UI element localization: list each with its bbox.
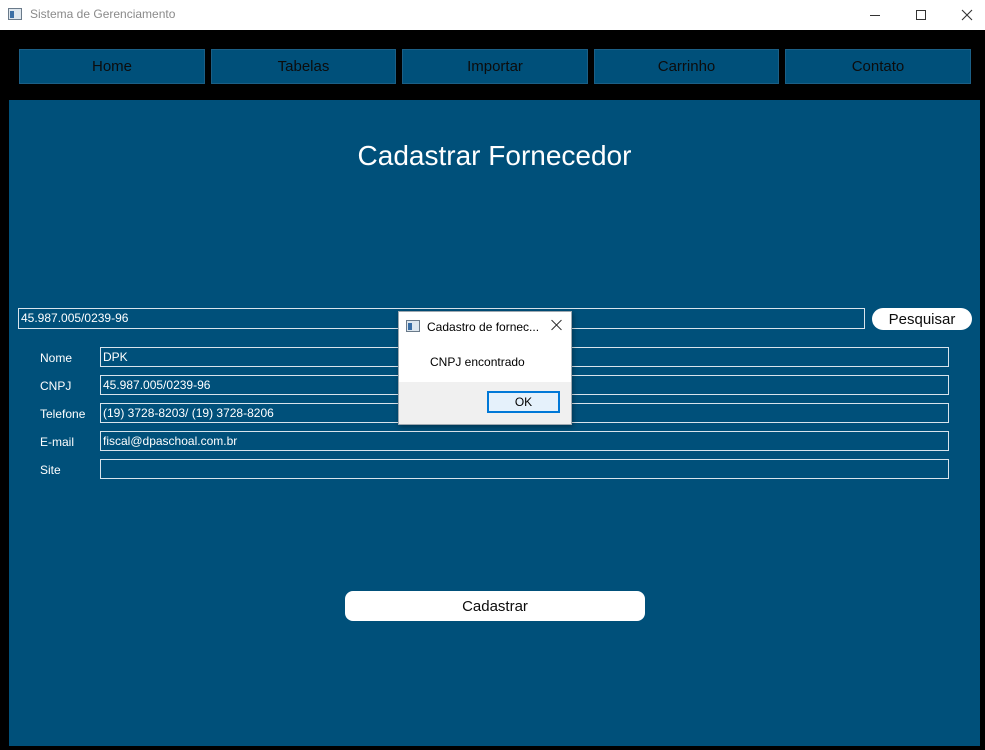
telefone-label: Telefone — [40, 407, 86, 421]
maximize-button[interactable] — [898, 0, 944, 30]
email-input[interactable]: fiscal@dpaschoal.com.br — [100, 431, 949, 451]
dialog-ok-button[interactable]: OK — [487, 391, 560, 413]
nav-tabelas-button[interactable]: Tabelas — [211, 49, 396, 84]
page-title: Cadastrar Fornecedor — [357, 140, 632, 171]
dialog-message: CNPJ encontrado — [430, 355, 525, 369]
message-dialog: Cadastro de fornec... CNPJ encontrado OK — [398, 311, 572, 425]
main-nav: Home Tabelas Importar Carrinho Contato — [0, 30, 985, 100]
dialog-close-icon[interactable] — [549, 317, 565, 333]
nav-contato-button[interactable]: Contato — [785, 49, 971, 84]
dialog-window-icon — [406, 320, 420, 332]
minimize-icon — [870, 14, 880, 16]
maximize-icon — [916, 10, 926, 20]
minimize-button[interactable] — [852, 0, 898, 30]
cnpj-label: CNPJ — [40, 379, 72, 393]
site-label: Site — [40, 463, 61, 477]
app-window-icon — [8, 8, 22, 20]
cadastrar-button[interactable]: Cadastrar — [345, 591, 645, 621]
nav-importar-button[interactable]: Importar — [402, 49, 588, 84]
dialog-body: Cadastro de fornec... CNPJ encontrado — [399, 312, 571, 382]
nome-label: Nome — [40, 351, 73, 365]
nav-home-button[interactable]: Home — [19, 49, 205, 84]
window-titlebar: Sistema de Gerenciamento — [0, 0, 985, 30]
window-close-button[interactable] — [944, 0, 985, 30]
search-button[interactable]: Pesquisar — [872, 308, 972, 330]
close-icon — [961, 9, 973, 21]
email-label: E-mail — [40, 435, 75, 449]
site-input[interactable] — [100, 459, 949, 479]
window-title: Sistema de Gerenciamento — [30, 7, 176, 21]
nav-carrinho-button[interactable]: Carrinho — [594, 49, 779, 84]
dialog-title: Cadastro de fornec... — [427, 320, 540, 334]
